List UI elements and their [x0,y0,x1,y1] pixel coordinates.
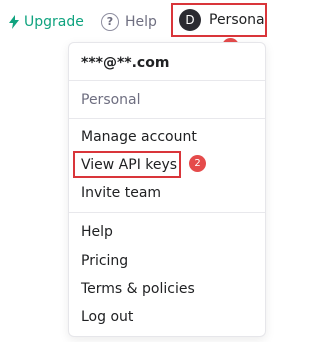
menu-item-help[interactable]: Help [81,223,113,241]
menu-item-terms-policies[interactable]: Terms & policies [81,280,195,298]
menu-divider [69,80,265,81]
account-dropdown-menu: ***@**.com Personal Manage account View … [68,42,266,337]
menu-divider [69,212,265,213]
help-button[interactable]: ? Help [101,11,157,33]
annotation-highlight-box [73,151,181,178]
menu-item-pricing[interactable]: Pricing [81,252,128,270]
upgrade-button[interactable]: Upgrade [9,11,84,33]
menu-email: ***@**.com [81,55,170,71]
annotation-callout-2: 2 [189,155,206,172]
upgrade-label: Upgrade [24,14,84,30]
account-button[interactable]: D Personal [171,3,267,37]
menu-divider [69,118,265,119]
lightning-icon [9,15,19,29]
help-icon: ? [101,13,119,31]
account-label: Personal [209,12,267,28]
avatar: D [179,9,201,31]
menu-item-invite-team[interactable]: Invite team [81,184,161,202]
menu-workspace-label: Personal [81,92,141,108]
menu-item-log-out[interactable]: Log out [81,308,133,326]
help-label: Help [125,14,157,30]
menu-item-manage-account[interactable]: Manage account [81,128,197,146]
